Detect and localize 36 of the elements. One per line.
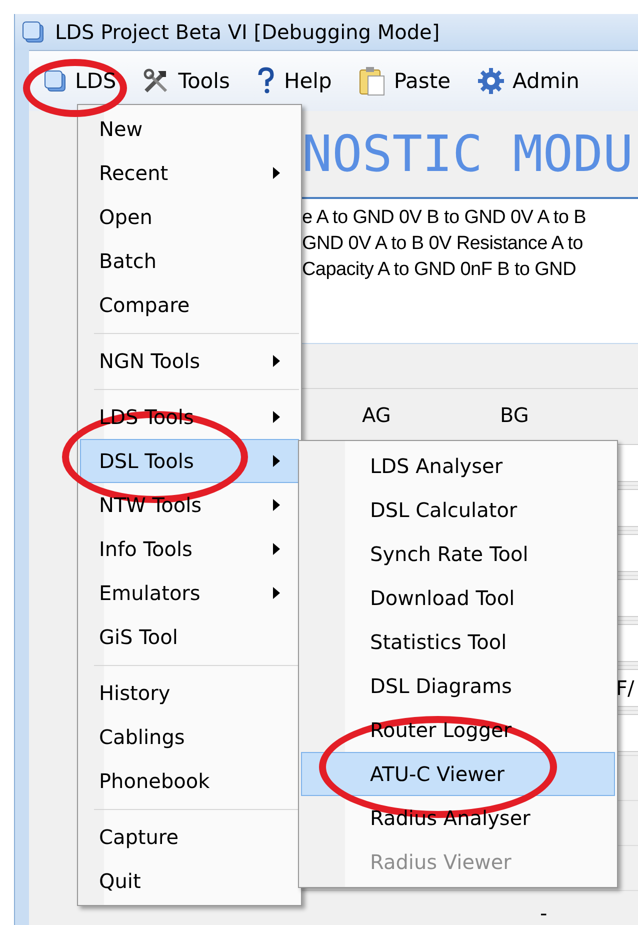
menu-item[interactable]: Statistics Tool xyxy=(301,620,615,664)
menu-item[interactable]: Capture xyxy=(80,815,299,859)
menu-item[interactable]: Phonebook xyxy=(80,759,299,803)
column-header: AG xyxy=(362,403,392,427)
menu-item[interactable]: Synch Rate Tool xyxy=(301,532,615,576)
menu-item[interactable]: New xyxy=(80,107,299,151)
menu-bar-item[interactable]: Paste xyxy=(352,60,457,102)
menu-item[interactable]: Router Logger xyxy=(301,708,615,752)
table-cell: - xyxy=(540,901,548,925)
window-title: LDS Project Beta VI [Debugging Mode] xyxy=(55,20,440,44)
column-header: BG xyxy=(500,403,530,427)
help-icon xyxy=(256,67,276,95)
menu-bar-item[interactable]: Tools xyxy=(136,61,236,101)
menu-bar-item[interactable]: Help xyxy=(250,61,338,101)
menu-item[interactable]: Batch xyxy=(80,239,299,283)
menu-item[interactable]: LDS Analyser xyxy=(301,444,615,488)
menu-item[interactable]: Cablings xyxy=(80,715,299,759)
menu-item[interactable]: Download Tool xyxy=(301,576,615,620)
menu-item[interactable]: Compare xyxy=(80,283,299,327)
gear-icon xyxy=(476,67,505,95)
menu-bar-item[interactable]: LDS xyxy=(37,63,122,99)
clipboard-icon xyxy=(358,66,386,96)
menu-item[interactable]: History xyxy=(80,671,299,715)
menu-item[interactable]: GiS Tool xyxy=(80,615,299,659)
menu-item[interactable]: Recent xyxy=(80,151,299,195)
menu-bar-item[interactable]: Admin xyxy=(470,61,586,101)
menu-item[interactable]: ATU-C Viewer xyxy=(301,752,615,796)
menu-item[interactable]: DSL Diagrams xyxy=(301,664,615,708)
banner-title: NOSTIC MODU xyxy=(302,124,634,185)
menu-item[interactable]: DSL Tools xyxy=(80,439,299,483)
window-icon xyxy=(43,69,67,93)
menu-item[interactable]: DSL Calculator xyxy=(301,488,615,532)
window-icon xyxy=(21,20,45,44)
menu-item[interactable]: Quit xyxy=(80,859,299,903)
menu-item[interactable]: NGN Tools xyxy=(80,339,299,383)
menu-item[interactable]: Open xyxy=(80,195,299,239)
